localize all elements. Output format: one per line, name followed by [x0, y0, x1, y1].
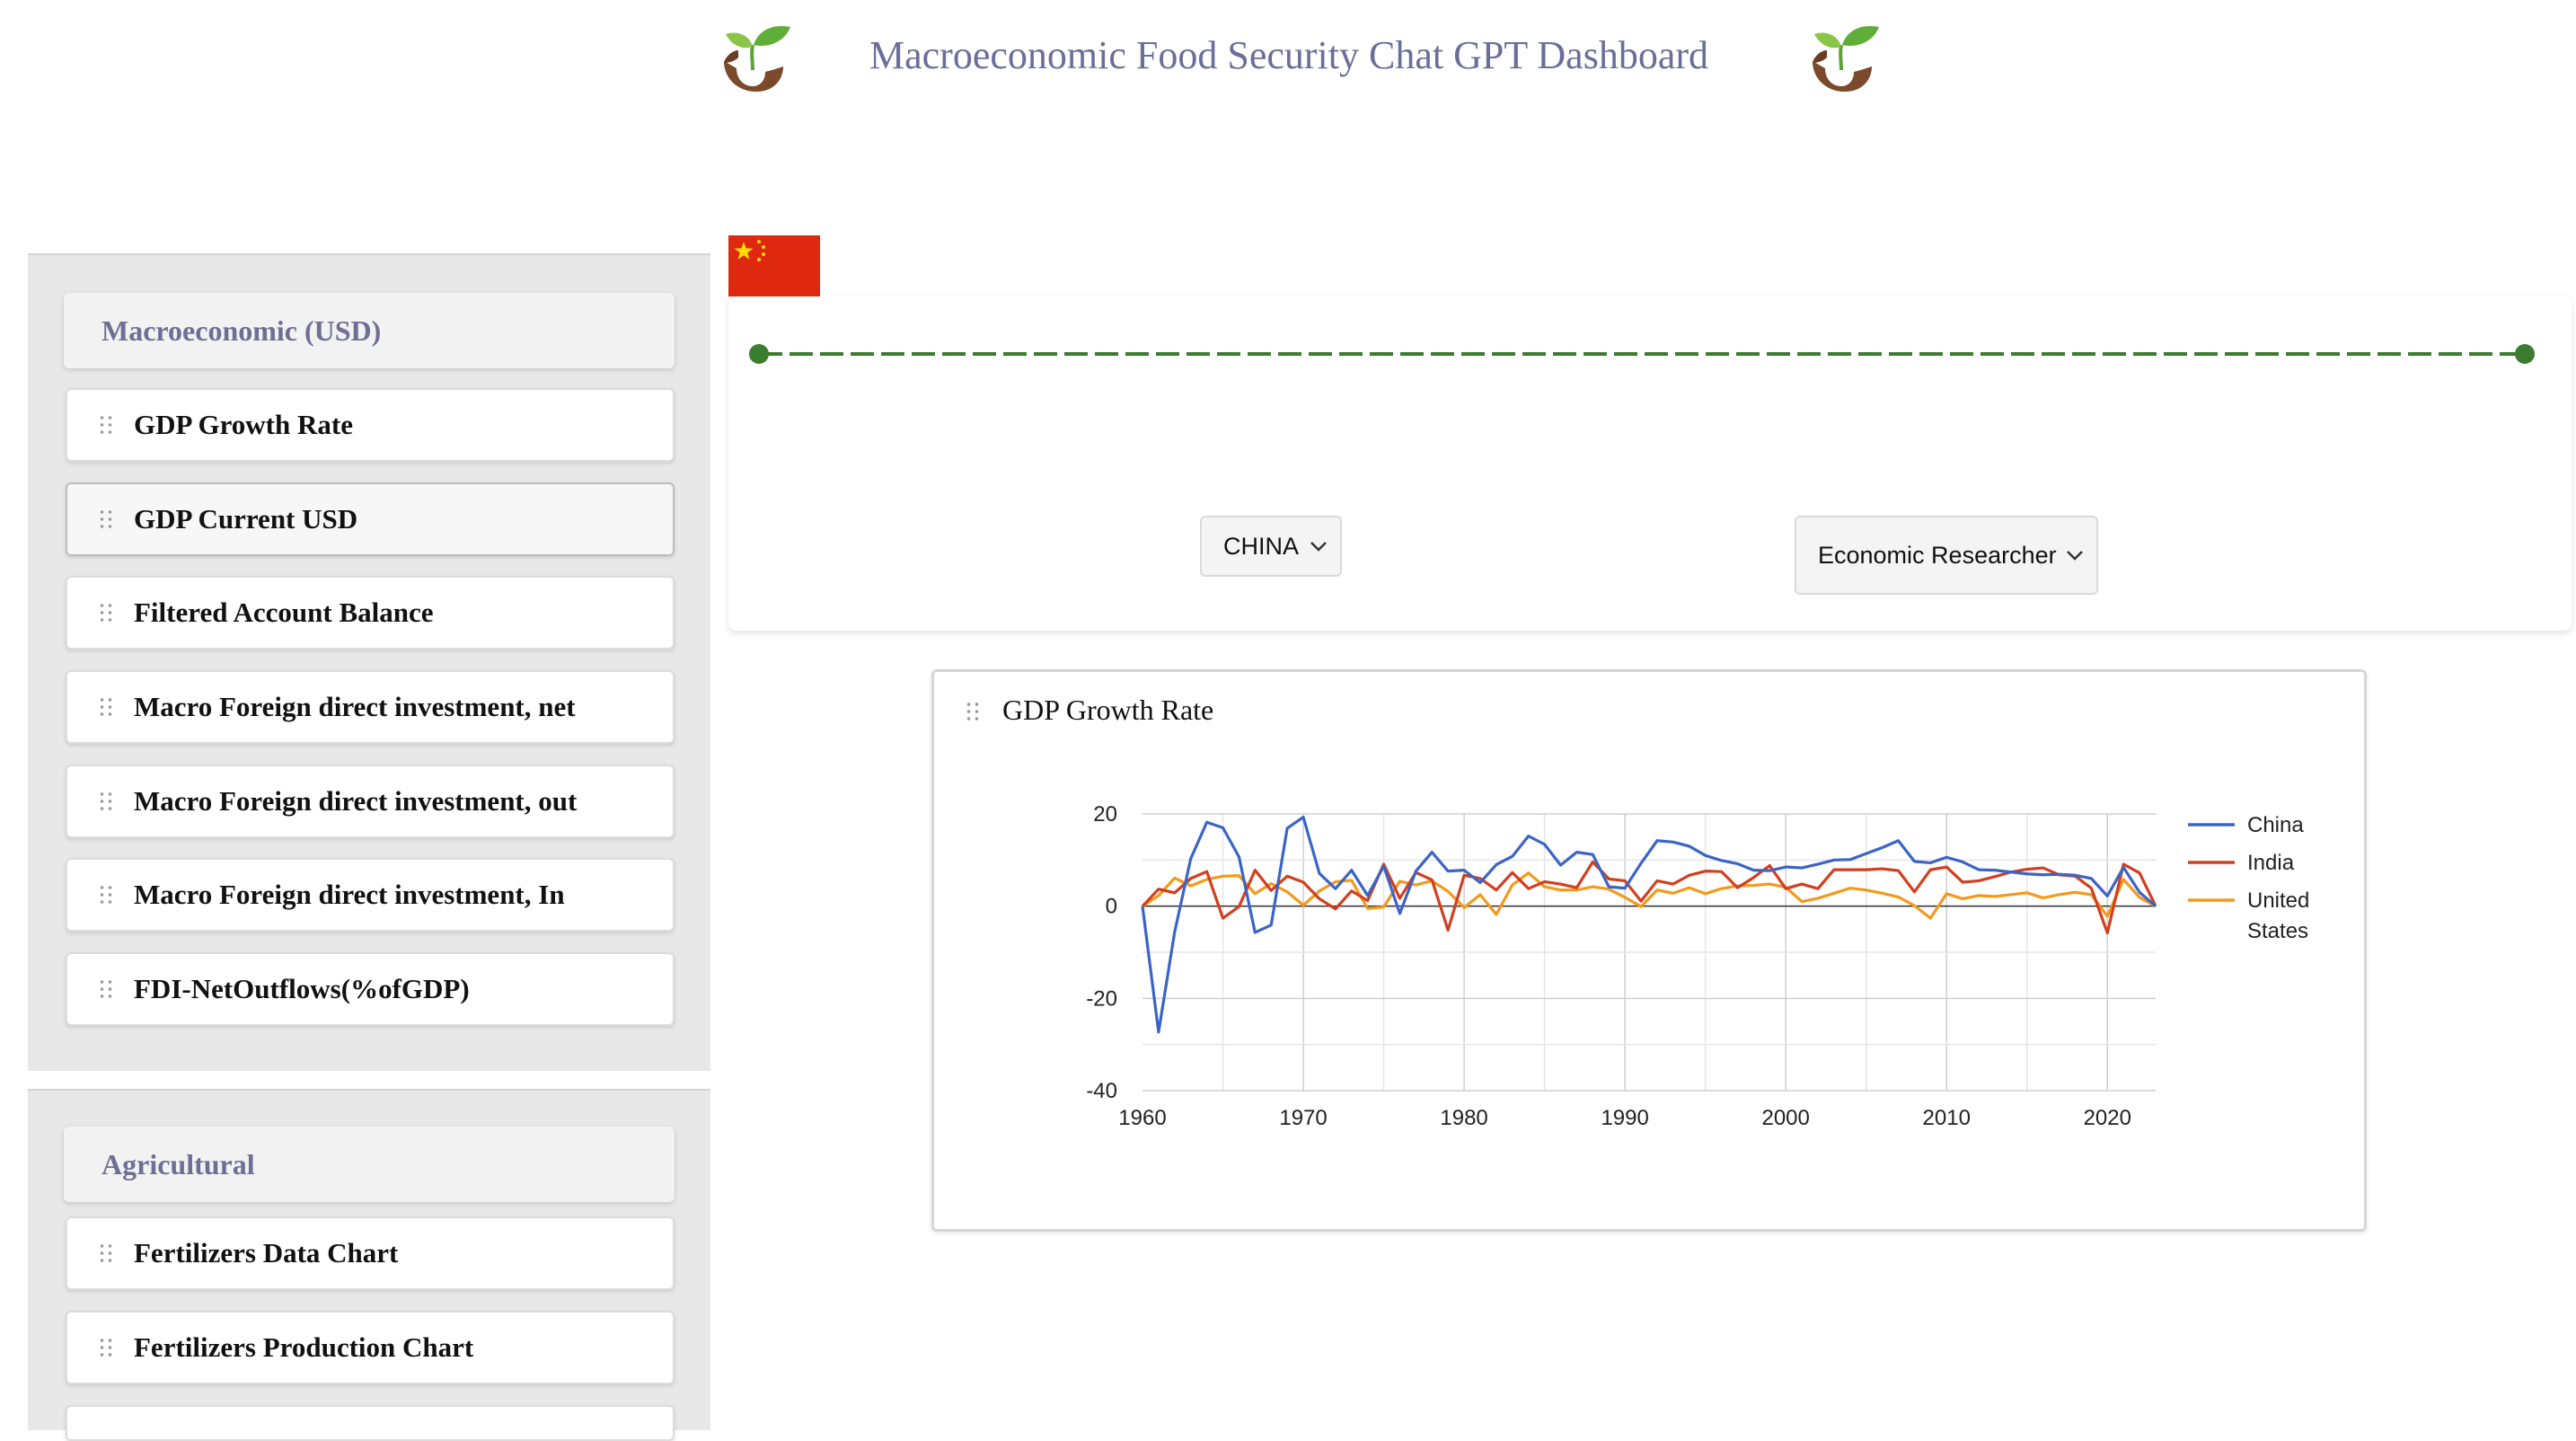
drag-handle-icon[interactable]	[98, 1337, 114, 1358]
drag-handle-icon[interactable]	[98, 602, 114, 623]
sidebar-item-label: Macro Foreign direct investment, In	[134, 879, 565, 910]
sidebar-item-gdp-growth-rate[interactable]: GDP Growth Rate	[66, 388, 675, 462]
sidebar-item-filtered-account-balance[interactable]: Filtered Account Balance	[66, 576, 675, 650]
x-tick-label: 2010	[1923, 1106, 1971, 1130]
legend-label: India	[2247, 851, 2295, 875]
timeline-start-handle[interactable]	[749, 344, 769, 364]
sprout-logo-right	[1800, 14, 1883, 93]
sidebar-item-label: Macro Foreign direct investment, out	[134, 785, 578, 817]
sidebar-item-fdi-net[interactable]: Macro Foreign direct investment, net	[66, 670, 675, 744]
section-header-agricultural: Agricultural	[64, 1127, 675, 1202]
x-tick-label: 1980	[1440, 1106, 1487, 1130]
chevron-down-icon	[1310, 542, 1327, 552]
timeline-slider[interactable]	[748, 343, 2536, 365]
sidebar-item-fertilizers-production-chart[interactable]: Fertilizers Production Chart	[66, 1311, 675, 1384]
series-line	[1141, 815, 2157, 1034]
sidebar-item-label: Fertilizers Production Chart	[134, 1331, 474, 1363]
sprout-logo-left	[711, 14, 794, 93]
sidebar-section-agricultural: Agricultural Fertilizers Data Chart Fert…	[28, 1089, 710, 1441]
sprout-icon	[724, 25, 790, 92]
x-tick-label: 2000	[1761, 1106, 1809, 1130]
sidebar-item-label: FDI-NetOutflows(%ofGDP)	[134, 973, 470, 1004]
sidebar-item-fdi-in[interactable]: Macro Foreign direct investment, In	[66, 858, 675, 932]
x-tick-label: 2020	[2084, 1106, 2131, 1130]
drag-handle-icon[interactable]	[98, 414, 114, 436]
drag-handle-icon[interactable]	[98, 978, 114, 1000]
sidebar-item-label: GDP Growth Rate	[134, 409, 353, 440]
country-select[interactable]: CHINA	[1200, 516, 1342, 577]
page-title: Macroeconomic Food Security Chat GPT Das…	[869, 33, 1709, 77]
china-flag-icon	[728, 235, 820, 296]
role-select[interactable]: Economic Researcher	[1795, 516, 2098, 595]
sidebar-item-label: GDP Current USD	[134, 503, 358, 535]
chevron-down-icon	[2067, 551, 2083, 561]
role-select-value: Economic Researcher	[1818, 541, 2057, 569]
sidebar-item-fdi-net-outflows[interactable]: FDI-NetOutflows(%ofGDP)	[66, 952, 675, 1026]
x-tick-label: 1990	[1601, 1106, 1648, 1130]
sprout-icon	[1813, 25, 1879, 92]
sidebar-section-macroeconomic: Macroeconomic (USD) GDP Growth Rate GDP …	[28, 253, 710, 1071]
x-tick-label: 1970	[1279, 1106, 1327, 1130]
sidebar-item-label: Macro Foreign direct investment, net	[134, 691, 576, 722]
timeline-end-handle[interactable]	[2515, 344, 2535, 364]
chart-card: GDP Growth Rate 20 0 -20 -40 1960 1970 1980 199…	[931, 669, 2367, 1232]
country-select-value: CHINA	[1223, 532, 1300, 560]
sidebar-item-label: Fertilizers Data Chart	[134, 1237, 399, 1269]
legend-label: United	[2247, 888, 2309, 913]
y-tick-label: 0	[1106, 895, 1117, 919]
sidebar-item-gdp-current-usd[interactable]: GDP Current USD	[66, 482, 675, 556]
control-panel: CHINA Economic Researcher	[728, 296, 2572, 631]
y-tick-label: -20	[1086, 986, 1117, 1011]
drag-handle-icon[interactable]	[98, 884, 114, 906]
x-tick-label: 1960	[1118, 1106, 1166, 1130]
drag-handle-icon[interactable]	[98, 791, 114, 812]
sidebar-item-label: Filtered Account Balance	[134, 597, 434, 628]
legend-label: States	[2247, 919, 2308, 943]
sidebar-item-fertilizers-data-chart[interactable]: Fertilizers Data Chart	[66, 1216, 675, 1290]
y-tick-label: -40	[1086, 1079, 1117, 1103]
drag-handle-icon[interactable]	[98, 696, 114, 718]
y-tick-label: 20	[1093, 802, 1117, 827]
gdp-growth-line-chart: 20 0 -20 -401960 1970 1980 1990 2000 2010 2020 Chi…	[1086, 802, 2309, 1130]
drag-handle-icon[interactable]	[98, 508, 114, 530]
legend-label: China	[2247, 813, 2304, 837]
sidebar-item-partial[interactable]	[66, 1405, 675, 1441]
drag-handle-icon[interactable]	[98, 1242, 114, 1264]
sidebar-item-fdi-out[interactable]: Macro Foreign direct investment, out	[66, 765, 675, 838]
section-header-macroeconomic: Macroeconomic (USD)	[64, 293, 675, 368]
